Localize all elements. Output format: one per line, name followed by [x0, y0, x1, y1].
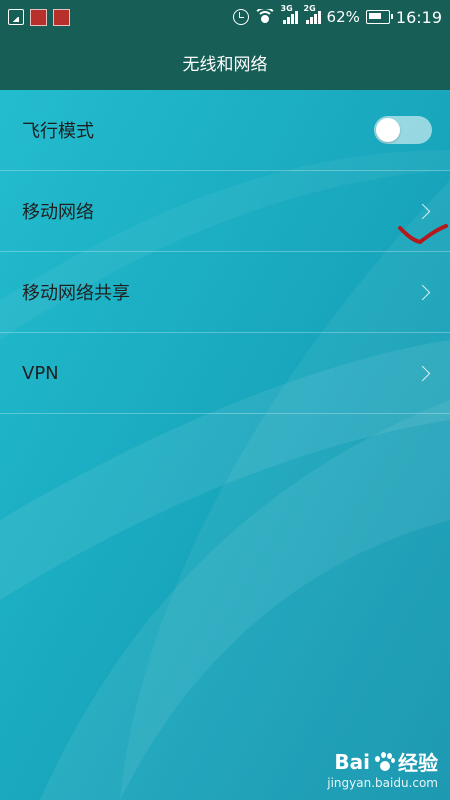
clock: 16:19 — [395, 7, 442, 27]
setting-label: 飞行模式 — [22, 121, 94, 142]
alarm-icon — [232, 9, 249, 25]
checkmark-annotation — [398, 224, 448, 245]
signal-icon: 2G — [304, 4, 321, 24]
watermark-brand-suffix: 经验 — [398, 751, 438, 775]
setting-label: 移动网络共享 — [22, 283, 130, 304]
watermark-url: jingyan.baidu.com — [327, 776, 438, 790]
image-icon — [8, 9, 24, 25]
setting-tethering[interactable]: 移动网络共享 — [0, 252, 450, 333]
chevron-right-icon — [414, 365, 431, 381]
setting-airplane-mode[interactable]: 飞行模式 — [0, 90, 450, 171]
notification-icons — [0, 8, 70, 26]
setting-mobile-network[interactable]: 移动网络 — [0, 171, 450, 252]
page-header: 无线和网络 — [0, 34, 450, 90]
setting-vpn[interactable]: VPN — [0, 333, 450, 414]
status-bar: 3G 2G 62% 16:19 — [0, 0, 450, 34]
watermark-brand: Bai — [334, 749, 370, 774]
app-badge-icon — [53, 8, 70, 26]
setting-label: 移动网络 — [22, 202, 94, 223]
wifi-icon — [255, 9, 275, 25]
system-icons: 3G 2G 62% 16:19 — [232, 4, 450, 27]
setting-label: VPN — [22, 362, 59, 384]
airplane-mode-toggle[interactable] — [374, 116, 432, 144]
battery-percentage: 62% — [326, 8, 360, 26]
battery-icon — [365, 10, 393, 24]
toggle-knob — [376, 118, 400, 142]
signal-icon: 3G — [281, 4, 298, 24]
network-type-label: 2G — [303, 4, 316, 13]
page-title: 无线和网络 — [182, 54, 268, 75]
paw-icon — [373, 751, 395, 773]
settings-list: 飞行模式 移动网络 移动网络共享 VPN — [0, 90, 450, 414]
chevron-right-icon — [414, 284, 431, 300]
baidu-watermark: Bai 经验 jingyan.baidu.com — [327, 747, 438, 791]
app-badge-icon — [30, 8, 47, 26]
network-type-label: 3G — [280, 4, 293, 13]
